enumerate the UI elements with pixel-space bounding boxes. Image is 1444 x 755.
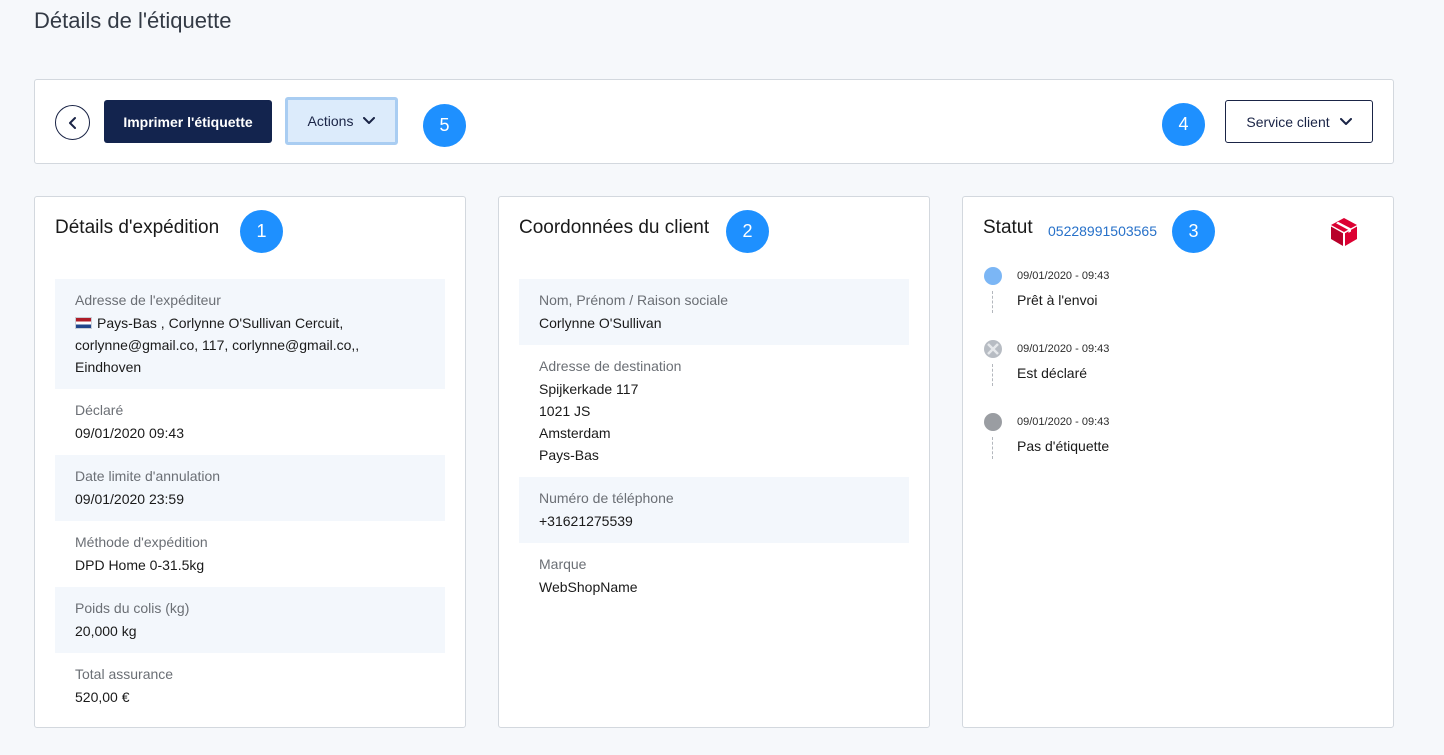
timeline-event: 09/01/2020 - 09:43 Est déclaré — [983, 338, 1373, 411]
field-label: Total assurance — [75, 666, 174, 682]
event-text: Pas d'étiquette — [1017, 438, 1110, 454]
customer-name-field: Nom, Prénom / Raison sociale Corlynne O'… — [519, 279, 909, 345]
phone-number-field: Numéro de téléphone +31621275539 — [519, 477, 909, 543]
field-value: Corlynne O'Sullivan — [539, 315, 662, 331]
customer-details-title: Coordonnées du client — [519, 217, 710, 238]
status-dot-icon — [984, 413, 1002, 431]
status-dot-icon — [984, 267, 1002, 285]
field-value: Spijkerkade 117 1021 JS Amsterdam Pays-B… — [539, 378, 889, 466]
customer-details-card: Coordonnées du client 2 Nom, Prénom / Ra… — [498, 196, 930, 728]
page-title: Détails de l'étiquette — [34, 8, 232, 33]
field-value: 20,000 kg — [75, 623, 137, 639]
customer-fields: Nom, Prénom / Raison sociale Corlynne O'… — [519, 279, 909, 609]
event-text: Est déclaré — [1017, 365, 1088, 381]
customer-service-dropdown-button[interactable]: Service client — [1225, 100, 1373, 143]
field-label: Poids du colis (kg) — [75, 600, 190, 616]
timeline-event: 09/01/2020 - 09:43 Prêt à l'envoi — [983, 265, 1373, 338]
field-value: DPD Home 0-31.5kg — [75, 557, 205, 573]
dpd-logo-icon — [1331, 218, 1357, 246]
cross-dot-icon — [984, 340, 1002, 358]
step-badge-1: 1 — [240, 210, 283, 253]
event-text: Prêt à l'envoi — [1017, 292, 1098, 308]
timeline-connector — [992, 437, 993, 459]
declared-field: Déclaré 09/01/2020 09:43 — [55, 389, 445, 455]
cross-icon — [987, 343, 999, 355]
field-value-line: corlynne@gmail.co, 117, corlynne@gmail.c… — [75, 337, 360, 353]
event-time: 09/01/2020 - 09:43 — [1017, 416, 1110, 428]
tracking-number-link[interactable]: 05228991503565 — [1048, 223, 1157, 239]
status-card: Statut 05228991503565 3 09/01/2020 - 09:… — [962, 196, 1394, 728]
chevron-down-icon — [1339, 117, 1352, 125]
print-label-button[interactable]: Imprimer l'étiquette — [104, 100, 272, 143]
field-value-line: 1021 JS — [539, 403, 591, 419]
field-label: Adresse de destination — [539, 358, 682, 374]
step-badge-5: 5 — [423, 104, 466, 147]
status-title: Statut — [983, 217, 1033, 238]
destination-address-field: Adresse de destination Spijkerkade 117 1… — [519, 345, 909, 477]
back-button[interactable] — [55, 105, 90, 140]
actions-dropdown-button[interactable]: Actions — [285, 97, 398, 145]
event-time: 09/01/2020 - 09:43 — [1017, 343, 1110, 355]
timeline-connector — [992, 291, 993, 313]
actions-label: Actions — [307, 113, 354, 129]
field-value-line: Pays-Bas , Corlynne O'Sullivan Cercuit, — [97, 315, 344, 331]
field-value-line: Spijkerkade 117 — [539, 381, 639, 397]
field-value-line: Amsterdam — [539, 425, 611, 441]
field-label: Méthode d'expédition — [75, 534, 208, 550]
field-value: WebShopName — [539, 579, 638, 595]
field-label: Déclaré — [75, 402, 124, 418]
field-value: 09/01/2020 09:43 — [75, 425, 184, 441]
service-label: Service client — [1246, 113, 1330, 130]
toolbar: Imprimer l'étiquette Actions 5 4 Service… — [34, 79, 1394, 164]
step-badge-3: 3 — [1172, 210, 1215, 253]
chevron-left-icon — [68, 116, 76, 129]
shipping-fields: Adresse de l'expéditeur Pays-Bas , Corly… — [55, 279, 445, 719]
field-value: Pays-Bas , Corlynne O'Sullivan Cercuit, … — [75, 312, 425, 378]
field-value: 520,00 € — [75, 689, 130, 705]
chevron-down-icon — [363, 117, 376, 124]
timeline-connector — [992, 364, 993, 386]
step-badge-2: 2 — [726, 210, 769, 253]
cancel-deadline-field: Date limite d'annulation 09/01/2020 23:5… — [55, 455, 445, 521]
field-value-line: Pays-Bas — [539, 447, 599, 463]
field-label: Numéro de téléphone — [539, 490, 674, 506]
step-badge-4: 4 — [1162, 103, 1205, 146]
brand-field: Marque WebShopName — [519, 543, 909, 609]
insurance-total-field: Total assurance 520,00 € — [55, 653, 445, 719]
event-time: 09/01/2020 - 09:43 — [1017, 270, 1110, 282]
timeline-event: 09/01/2020 - 09:43 Pas d'étiquette — [983, 411, 1373, 484]
field-label: Adresse de l'expéditeur — [75, 292, 221, 308]
field-value-line: Eindhoven — [75, 359, 142, 375]
shipping-details-title: Détails d'expédition — [55, 217, 220, 238]
field-label: Marque — [539, 556, 587, 572]
status-timeline: 09/01/2020 - 09:43 Prêt à l'envoi 09/01/… — [983, 265, 1373, 484]
sender-address-field: Adresse de l'expéditeur Pays-Bas , Corly… — [55, 279, 445, 389]
shipping-details-card: Détails d'expédition 1 Adresse de l'expé… — [34, 196, 466, 728]
netherlands-flag-icon — [75, 317, 92, 329]
field-value: 09/01/2020 23:59 — [75, 491, 184, 507]
parcel-weight-field: Poids du colis (kg) 20,000 kg — [55, 587, 445, 653]
field-label: Date limite d'annulation — [75, 468, 221, 484]
field-label: Nom, Prénom / Raison sociale — [539, 292, 729, 308]
field-value: +31621275539 — [539, 513, 633, 529]
shipping-method-field: Méthode d'expédition DPD Home 0-31.5kg — [55, 521, 445, 587]
